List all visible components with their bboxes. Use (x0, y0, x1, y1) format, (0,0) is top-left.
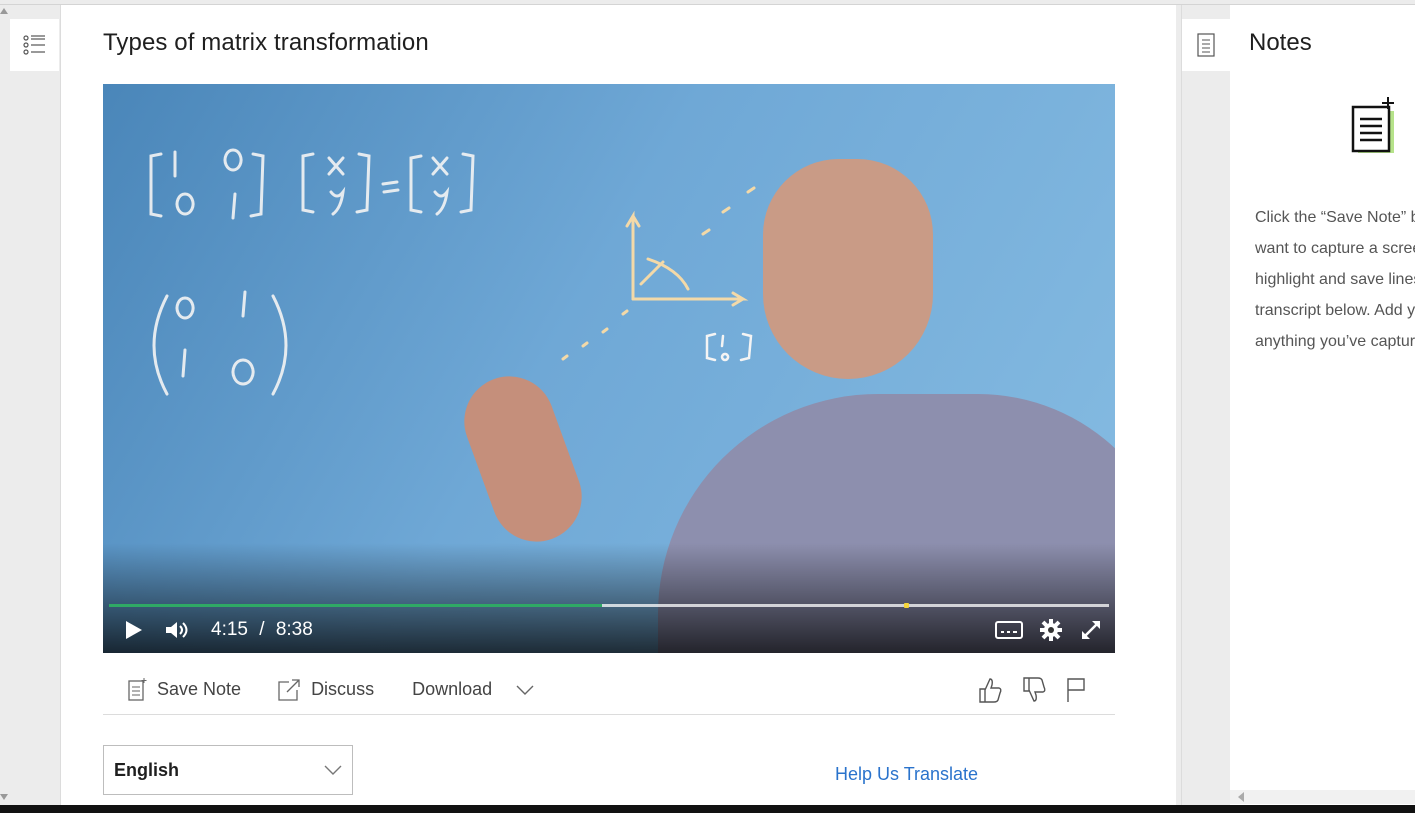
flag-icon[interactable] (1065, 676, 1087, 704)
volume-button[interactable] (165, 620, 191, 640)
language-selected: English (114, 759, 180, 780)
gear-icon (1040, 619, 1062, 641)
duration: 8:38 (275, 619, 313, 640)
time-separator: / (259, 619, 265, 640)
current-time: 4:15 (211, 619, 248, 640)
external-link-icon (278, 678, 300, 701)
notes-toggle-button[interactable] (1182, 19, 1230, 71)
list-outline-icon (22, 35, 45, 55)
notes-title: Notes (1249, 29, 1312, 56)
scroll-up-arrow-icon[interactable] (0, 8, 8, 14)
right-sidebar-rail (1181, 5, 1230, 805)
play-icon (126, 621, 142, 639)
discuss-label: Discuss (311, 679, 375, 699)
thumbs-up-icon[interactable] (977, 676, 1003, 704)
notes-instruction-line: anything you’ve captured. (1255, 333, 1415, 350)
lesson-title: Types of matrix transformation (103, 29, 429, 56)
add-note-illustration-icon (1351, 97, 1394, 153)
help-us-translate-link[interactable]: Help Us Translate (835, 764, 978, 785)
taskbar-strip (0, 805, 1415, 813)
notes-panel: Notes Click the “Save Note” button when … (1230, 5, 1415, 805)
chevron-down-icon (324, 765, 342, 775)
volume-icon (166, 622, 188, 638)
notes-instruction-line: want to capture a screen. You can also (1255, 240, 1415, 257)
notes-instruction-line: highlight and save lines from the (1255, 271, 1415, 288)
play-button[interactable] (125, 620, 143, 640)
chevron-down-icon (516, 685, 534, 695)
notes-instruction-line: Click the “Save Note” button when you (1255, 209, 1415, 226)
thumbs-down-icon[interactable] (1021, 676, 1047, 704)
video-time: 4:15 / 8:38 (211, 619, 313, 641)
fullscreen-button[interactable] (1079, 618, 1103, 642)
captions-button[interactable] (995, 620, 1023, 640)
lesson-main-panel: Types of matrix transformation 4:15 / 8:… (61, 5, 1176, 805)
note-add-icon (128, 677, 147, 701)
fullscreen-icon (1082, 621, 1100, 639)
course-outline-button[interactable] (10, 19, 59, 71)
video-controls: 4:15 / 8:38 (103, 607, 1115, 653)
left-sidebar-rail (0, 5, 61, 805)
notes-horizontal-scrollbar[interactable] (1230, 790, 1415, 804)
transcript-language-select[interactable]: English (103, 745, 353, 795)
download-dropdown[interactable]: Download (412, 679, 534, 700)
settings-button[interactable] (1039, 618, 1063, 642)
save-note-button[interactable]: Save Note (127, 677, 242, 702)
scroll-left-arrow-icon[interactable] (1238, 792, 1246, 802)
video-toolbar: Save Note Discuss Download (103, 665, 1115, 715)
video-player[interactable]: 4:15 / 8:38 (103, 84, 1115, 653)
notes-icon (1197, 33, 1215, 57)
presenter-head (763, 159, 933, 379)
scroll-down-arrow-icon[interactable] (0, 794, 8, 800)
download-label: Download (412, 679, 493, 699)
notes-instructions: Click the “Save Note” button when you wa… (1255, 202, 1415, 357)
notes-instruction-line: transcript below. Add your own notes to (1255, 302, 1415, 319)
save-note-label: Save Note (157, 679, 242, 699)
captions-icon (995, 621, 1023, 639)
discuss-button[interactable]: Discuss (277, 678, 374, 702)
